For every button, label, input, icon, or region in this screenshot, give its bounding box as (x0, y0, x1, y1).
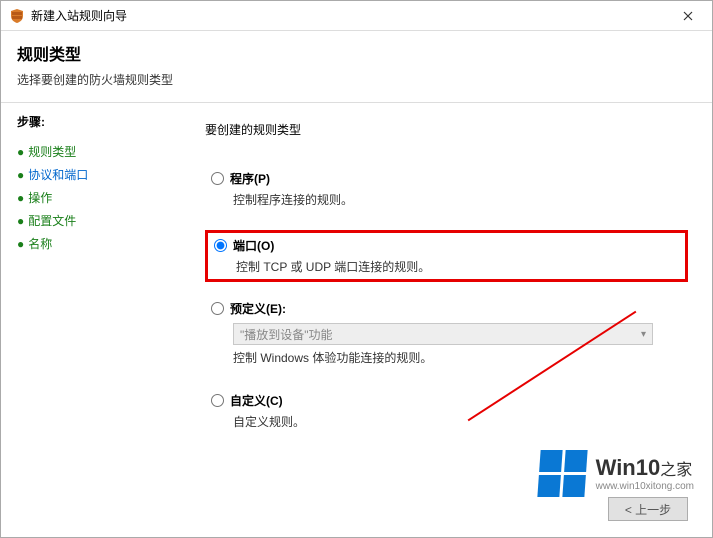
page-subtitle: 选择要创建的防火墙规则类型 (17, 71, 696, 88)
watermark-url: www.win10xitong.com (596, 481, 694, 492)
step-label: 配置文件 (28, 214, 76, 228)
back-button[interactable]: < 上一步 (608, 497, 688, 521)
chevron-down-icon: ▾ (641, 329, 646, 340)
radio-predefined[interactable] (211, 302, 224, 315)
option-port-label: 端口(O) (233, 237, 274, 254)
watermark-text: Win10之家 www.win10xitong.com (596, 455, 694, 492)
firewall-icon (9, 8, 25, 24)
bullet-icon: ● (17, 168, 24, 182)
steps-list: ● 规则类型 ● 协议和端口 ● 操作 ● 配置文件 ● 名称 (17, 140, 165, 255)
radio-port[interactable] (214, 239, 227, 252)
rule-type-options: 程序(P) 控制程序连接的规则。 端口(O) 控制 TCP 或 UDP 端口连接… (205, 166, 688, 434)
content-pane: 要创建的规则类型 程序(P) 控制程序连接的规则。 端口(O) 控制 TCP 或… (181, 103, 712, 537)
close-icon (683, 11, 693, 21)
watermark: Win10之家 www.win10xitong.com (539, 450, 694, 497)
wizard-window: 新建入站规则向导 规则类型 选择要创建的防火墙规则类型 步骤: ● 规则类型 ● 协… (0, 0, 713, 538)
step-label: 操作 (28, 191, 52, 205)
step-profile[interactable]: ● 配置文件 (17, 209, 165, 232)
titlebar: 新建入站规则向导 (1, 1, 712, 31)
bullet-icon: ● (17, 237, 24, 251)
option-custom: 自定义(C) 自定义规则。 (205, 388, 688, 434)
radio-custom[interactable] (211, 394, 224, 407)
watermark-brand: Win10 (596, 455, 661, 480)
watermark-suffix: 之家 (660, 462, 692, 479)
radio-program[interactable] (211, 172, 224, 185)
predefined-combo-value: "播放到设备"功能 (240, 326, 333, 343)
step-rule-type[interactable]: ● 规则类型 (17, 140, 165, 163)
step-name[interactable]: ● 名称 (17, 232, 165, 255)
window-title: 新建入站规则向导 (31, 7, 668, 24)
option-program-label: 程序(P) (230, 170, 270, 187)
option-port: 端口(O) 控制 TCP 或 UDP 端口连接的规则。 (205, 230, 688, 282)
wizard-footer: < 上一步 (608, 497, 688, 521)
wizard-header: 规则类型 选择要创建的防火墙规则类型 (1, 31, 712, 103)
windows-logo-icon (537, 450, 587, 497)
steps-heading: 步骤: (17, 113, 165, 130)
step-action[interactable]: ● 操作 (17, 186, 165, 209)
bullet-icon: ● (17, 145, 24, 159)
option-custom-label: 自定义(C) (230, 392, 283, 409)
bullet-icon: ● (17, 214, 24, 228)
option-predefined: 预定义(E): "播放到设备"功能 ▾ 控制 Windows 体验功能连接的规则… (205, 296, 688, 370)
predefined-combo: "播放到设备"功能 ▾ (233, 323, 653, 345)
content-prompt: 要创建的规则类型 (205, 121, 688, 138)
close-button[interactable] (668, 2, 708, 30)
option-predefined-desc: 控制 Windows 体验功能连接的规则。 (233, 349, 682, 366)
wizard-body: 步骤: ● 规则类型 ● 协议和端口 ● 操作 ● 配置文件 ● 名称 要创建的规则类型 … (1, 103, 712, 537)
step-protocol-port[interactable]: ● 协议和端口 (17, 163, 165, 186)
step-label: 名称 (28, 237, 52, 251)
option-custom-desc: 自定义规则。 (233, 413, 682, 430)
step-label[interactable]: 协议和端口 (28, 168, 88, 182)
steps-sidebar: 步骤: ● 规则类型 ● 协议和端口 ● 操作 ● 配置文件 ● 名称 (1, 103, 181, 537)
option-port-desc: 控制 TCP 或 UDP 端口连接的规则。 (236, 258, 679, 275)
option-predefined-label: 预定义(E): (230, 300, 286, 317)
option-program-desc: 控制程序连接的规则。 (233, 191, 682, 208)
page-title: 规则类型 (17, 41, 696, 65)
bullet-icon: ● (17, 191, 24, 205)
step-label: 规则类型 (28, 145, 76, 159)
option-program: 程序(P) 控制程序连接的规则。 (205, 166, 688, 212)
